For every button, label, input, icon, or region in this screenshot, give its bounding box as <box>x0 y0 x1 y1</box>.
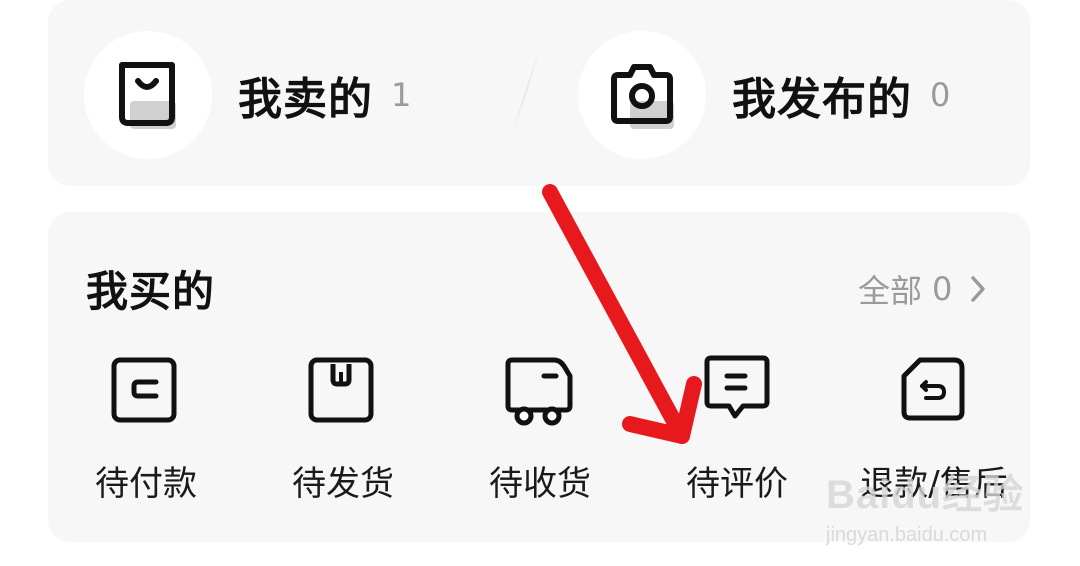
order-pending-payment-label: 待付款 <box>95 464 197 504</box>
order-pending-shipment[interactable]: 待发货 <box>243 352 443 505</box>
my-sold-label: 我卖的 <box>238 74 373 125</box>
order-pending-receipt-label: 待收货 <box>489 464 591 504</box>
delivery-truck-icon <box>505 357 573 426</box>
all-orders-link[interactable]: 全部 0 <box>858 266 986 312</box>
bought-section-title: 我买的 <box>86 267 216 316</box>
wallet-icon <box>111 357 177 423</box>
watermark-main: Baidu经验 <box>826 473 1025 517</box>
sold-icon-circle <box>84 31 212 159</box>
my-published-label: 我发布的 <box>732 74 912 125</box>
my-published-entry[interactable]: 我发布的 0 <box>578 30 950 160</box>
my-sold-count: 1 <box>391 76 412 114</box>
published-icon-circle <box>578 31 706 159</box>
return-icon <box>901 357 965 421</box>
baidu-watermark: Baidu经验 jingyan.baidu.com <box>826 462 1030 550</box>
order-pending-shipment-label: 待发货 <box>292 464 394 504</box>
all-orders-count: 0 <box>932 270 953 308</box>
order-pending-review[interactable]: 待评价 <box>637 352 837 505</box>
my-published-count: 0 <box>930 76 951 114</box>
shopping-bag-icon <box>119 62 176 129</box>
order-pending-payment[interactable]: 待付款 <box>46 352 246 505</box>
comment-icon <box>704 355 770 419</box>
my-sold-entry[interactable]: 我卖的 1 <box>84 30 411 160</box>
camera-icon <box>611 64 674 129</box>
order-pending-review-label: 待评价 <box>686 464 788 504</box>
watermark-url: jingyan.baidu.com <box>826 524 988 546</box>
order-pending-receipt[interactable]: 待收货 <box>440 352 640 505</box>
chevron-right-icon <box>971 276 986 302</box>
package-icon <box>308 357 374 423</box>
all-orders-label: 全部 <box>858 272 923 310</box>
